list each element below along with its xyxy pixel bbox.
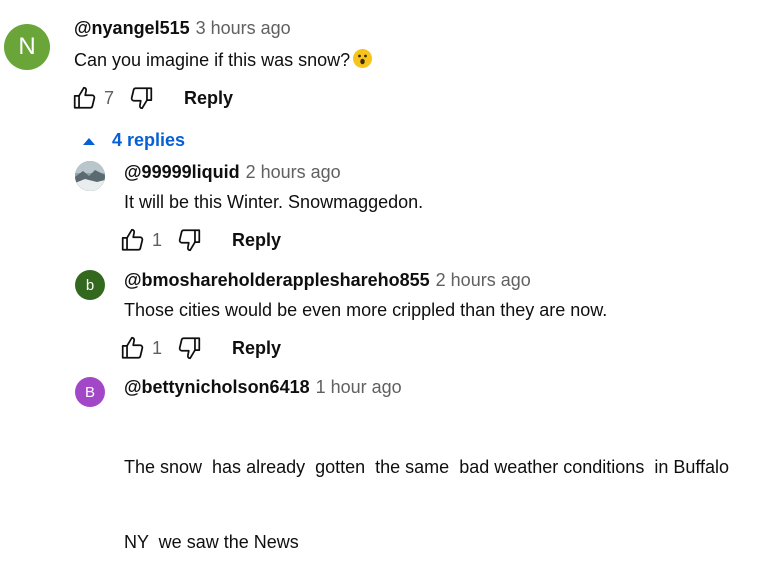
like-count: 1 (152, 229, 163, 250)
reply-button[interactable]: Reply (184, 88, 233, 109)
reply-author[interactable]: @bmoshareholderappleshareho855 (124, 270, 430, 291)
reply-timestamp[interactable]: 2 hours ago (436, 270, 531, 291)
astonished-face-emoji-icon (353, 49, 373, 68)
comment-header: @nyangel515 3 hours ago (74, 18, 291, 39)
avatar[interactable]: b (75, 270, 105, 300)
avatar[interactable]: N (4, 24, 50, 70)
like-count: 7 (104, 87, 115, 108)
reply-text-line: The snow has already gotten the same bad… (124, 457, 730, 477)
reply-author[interactable]: @bettynicholson6418 (124, 377, 310, 398)
reply-actions: 1 Reply (120, 334, 281, 362)
thumb-up-icon (121, 336, 144, 359)
reply-header: @bettynicholson6418 1 hour ago (124, 377, 402, 398)
reply-text: The snow has already gotten the same bad… (124, 405, 729, 580)
like-button[interactable] (120, 227, 146, 253)
thumb-down-icon (130, 87, 153, 110)
dislike-button[interactable] (128, 85, 154, 111)
hide-replies-button[interactable]: 4 replies (82, 130, 185, 151)
reply-text-line: NY we saw the News (124, 532, 299, 552)
reply-text: It will be this Winter. Snowmaggedon. (124, 192, 424, 212)
avatar-letter: B (84, 383, 95, 401)
comment-text: Can you imagine if this was snow? (74, 47, 373, 73)
dislike-button[interactable] (176, 335, 202, 361)
comment-timestamp[interactable]: 3 hours ago (196, 18, 291, 39)
comment-actions: 7 Reply (72, 84, 233, 112)
reply-author[interactable]: @99999liquid (124, 162, 240, 183)
reply-timestamp[interactable]: 2 hours ago (246, 162, 341, 183)
landscape-photo-icon (75, 161, 105, 191)
like-button[interactable] (72, 85, 98, 111)
comment-author[interactable]: @nyangel515 (74, 18, 190, 39)
comment-text-content: Can you imagine if this was snow? (74, 50, 351, 70)
thumb-down-icon (178, 337, 201, 360)
reply-button[interactable]: Reply (232, 230, 281, 251)
reply-actions: 1 Reply (120, 226, 281, 254)
avatar[interactable]: B (75, 377, 105, 407)
avatar[interactable] (75, 161, 105, 191)
thumb-down-icon (178, 229, 201, 252)
like-button[interactable] (120, 335, 146, 361)
replies-count-label: 4 replies (112, 130, 186, 150)
avatar-letter: b (85, 276, 95, 294)
reply-text: Those cities would be even more crippled… (124, 300, 608, 320)
like-count: 1 (152, 337, 163, 358)
reply-button[interactable]: Reply (232, 338, 281, 359)
avatar-letter: N (18, 33, 36, 60)
reply-header: @bmoshareholderappleshareho855 2 hours a… (124, 270, 531, 291)
caret-up-icon (83, 137, 95, 145)
reply-header: @99999liquid 2 hours ago (124, 162, 341, 183)
thumb-up-icon (73, 86, 96, 109)
thumb-up-icon (121, 228, 144, 251)
dislike-button[interactable] (176, 227, 202, 253)
reply-timestamp[interactable]: 1 hour ago (316, 377, 402, 398)
